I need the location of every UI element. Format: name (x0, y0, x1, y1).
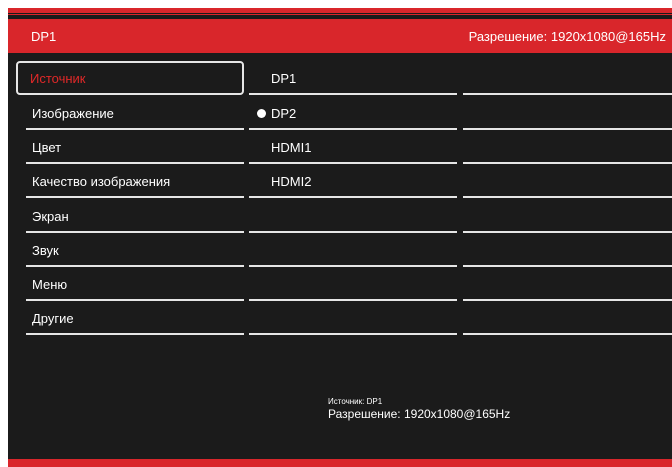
menu-item-label: Звук (32, 243, 59, 258)
option-dp2[interactable]: DP2 (249, 96, 457, 130)
empty-cell (463, 233, 672, 267)
option-label: DP2 (271, 106, 297, 121)
divider (463, 333, 672, 335)
menu-item-color[interactable]: Цвет (16, 130, 244, 164)
menu-item-label: Источник (30, 71, 86, 86)
menu-item-audio[interactable]: Звук (16, 233, 244, 267)
empty-cell (249, 267, 457, 301)
divider (249, 196, 457, 198)
option-dp1[interactable]: DP1 (249, 61, 457, 95)
menu-item-label: Меню (32, 277, 68, 292)
menu-item-label: Качество изображения (32, 174, 171, 189)
empty-cell (249, 301, 457, 335)
empty-cell (249, 199, 457, 233)
option-hdmi1[interactable]: HDMI1 (249, 130, 457, 164)
empty-cell (463, 301, 672, 335)
menu-item-label: Цвет (32, 140, 62, 155)
osd-window: DP1 Разрешение: 1920x1080@165Hz Источник… (8, 8, 672, 467)
empty-cell (463, 96, 672, 130)
empty-cell (249, 233, 457, 267)
menu-item-label: Экран (32, 209, 69, 224)
header-resolution: Разрешение: 1920x1080@165Hz (468, 29, 666, 44)
menu-item-source[interactable]: Источник (16, 61, 244, 95)
option-label: HDMI1 (271, 140, 312, 155)
menu-item-picture-quality[interactable]: Качество изображения (16, 164, 244, 198)
divider (463, 93, 672, 95)
menu-item-menu[interactable]: Меню (16, 267, 244, 301)
menu-item-label: Другие (32, 311, 74, 326)
selected-dot-icon (257, 109, 266, 118)
top-accent-stripe (8, 8, 672, 13)
empty-cell (463, 130, 672, 164)
option-label: HDMI2 (271, 174, 312, 189)
divider (463, 196, 672, 198)
info-resolution: Разрешение: 1920x1080@165Hz (328, 407, 511, 421)
option-label: DP1 (271, 71, 297, 86)
menu-item-display[interactable]: Экран (16, 199, 244, 233)
osd-header: DP1 Разрешение: 1920x1080@165Hz (8, 19, 672, 53)
top-accent-line (8, 14, 672, 15)
empty-cell (463, 164, 672, 198)
empty-cell (463, 267, 672, 301)
divider (249, 93, 457, 95)
bottom-accent-bar (8, 459, 672, 467)
current-input-label: DP1 (31, 29, 57, 44)
info-source: Источник: DP1 (328, 397, 383, 406)
menu-item-other[interactable]: Другие (16, 301, 244, 335)
option-hdmi2[interactable]: HDMI2 (249, 164, 457, 198)
divider (249, 333, 457, 335)
info-panel: Источник: DP1 Разрешение: 1920x1080@165H… (328, 397, 510, 421)
menu-item-picture[interactable]: Изображение (16, 96, 244, 130)
empty-cell (463, 199, 672, 233)
menu-item-label: Изображение (32, 106, 114, 121)
divider (26, 333, 244, 335)
divider (26, 196, 244, 198)
empty-cell (463, 61, 672, 95)
